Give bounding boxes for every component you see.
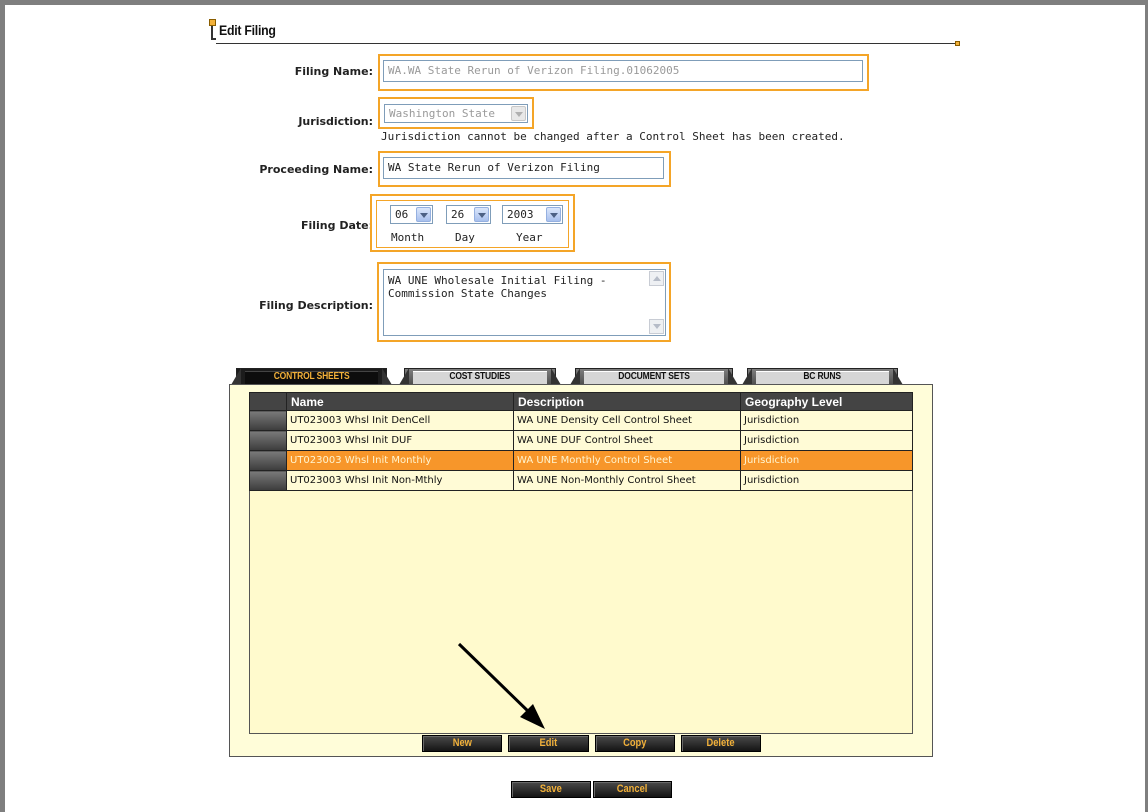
- proceeding-name-label: Proceeding Name:: [259, 163, 373, 176]
- filing-description-label: Filing Description:: [259, 299, 373, 312]
- jurisdiction-value: Washington State: [389, 107, 495, 120]
- header-dot-icon: [955, 41, 960, 46]
- section-title: Edit Filing: [219, 22, 276, 38]
- tab-bc-runs[interactable]: BC RUNS: [747, 368, 898, 384]
- tab-control-sheets-label: CONTROL SHEETS: [273, 371, 350, 382]
- proceeding-name-field[interactable]: WA State Rerun of Verizon Filing: [383, 157, 664, 179]
- cancel-button[interactable]: Cancel: [593, 781, 672, 798]
- year-select[interactable]: 2003: [502, 205, 563, 224]
- filing-description-textarea[interactable]: WA UNE Wholesale Initial Filing - Commis…: [383, 269, 666, 336]
- cell-geography-level: Jurisdiction: [740, 430, 913, 451]
- scroll-down-icon[interactable]: [649, 319, 664, 334]
- month-select[interactable]: 06: [390, 205, 433, 224]
- save-button[interactable]: Save: [511, 781, 591, 798]
- select-column-header: [249, 392, 287, 411]
- header-divider: [216, 43, 960, 44]
- tab-cost-studies[interactable]: COST STUDIES: [404, 368, 556, 384]
- description-line-2: Commission State Changes: [388, 287, 547, 300]
- row-select-button[interactable]: [249, 430, 287, 451]
- cell-name: UT023003 Whsl Init DUF: [286, 430, 514, 451]
- cell-description: WA UNE Non-Monthly Control Sheet: [513, 470, 741, 491]
- cell-description: WA UNE Monthly Control Sheet: [513, 450, 741, 471]
- chevron-down-icon: [416, 207, 431, 222]
- table-row-selected[interactable]: UT023003 Whsl Init Monthly WA UNE Monthl…: [249, 450, 913, 471]
- cell-name: UT023003 Whsl Init Non-Mthly: [286, 470, 514, 491]
- filing-name-field[interactable]: WA.WA State Rerun of Verizon Filing.0106…: [383, 60, 863, 82]
- cell-description: WA UNE Density Cell Control Sheet: [513, 410, 741, 431]
- chevron-down-icon: [474, 207, 489, 222]
- jurisdiction-select[interactable]: Washington State: [384, 104, 528, 123]
- description-line-1: WA UNE Wholesale Initial Filing -: [388, 274, 607, 287]
- delete-button[interactable]: Delete: [681, 735, 761, 752]
- column-header-geography-level[interactable]: Geography Level: [740, 392, 913, 411]
- tab-document-sets-label: DOCUMENT SETS: [618, 371, 690, 382]
- window-frame-top: [0, 0, 1148, 5]
- table-row[interactable]: UT023003 Whsl Init Non-Mthly WA UNE Non-…: [249, 470, 913, 491]
- year-sublabel: Year: [516, 231, 543, 244]
- jurisdiction-label: Jurisdiction:: [298, 115, 373, 128]
- tab-cost-studies-label: COST STUDIES: [449, 371, 511, 382]
- table-row[interactable]: UT023003 Whsl Init DUF WA UNE DUF Contro…: [249, 430, 913, 451]
- jurisdiction-note: Jurisdiction cannot be changed after a C…: [381, 130, 845, 143]
- cell-name: UT023003 Whsl Init Monthly: [286, 450, 514, 471]
- cell-name: UT023003 Whsl Init DenCell: [286, 410, 514, 431]
- month-sublabel: Month: [391, 231, 425, 244]
- window-frame-left: [0, 0, 5, 812]
- copy-button[interactable]: Copy: [595, 735, 675, 752]
- cell-geography-level: Jurisdiction: [740, 410, 913, 431]
- column-header-name[interactable]: Name: [286, 392, 514, 411]
- tab-bc-runs-label: BC RUNS: [803, 371, 842, 382]
- new-button[interactable]: New: [422, 735, 502, 752]
- row-select-button[interactable]: [249, 450, 287, 471]
- day-value: 26: [451, 208, 465, 221]
- year-value: 2003: [507, 208, 534, 221]
- cell-description: WA UNE DUF Control Sheet: [513, 430, 741, 451]
- column-header-description[interactable]: Description: [513, 392, 741, 411]
- tab-control-sheets[interactable]: CONTROL SHEETS: [236, 368, 387, 384]
- control-sheets-table: Name Description Geography Level UT02300…: [249, 392, 913, 491]
- filing-name-label: Filing Name:: [294, 65, 373, 78]
- scroll-up-icon[interactable]: [649, 271, 664, 286]
- header-bracket-icon: [209, 19, 216, 40]
- table-header-row: Name Description Geography Level: [249, 392, 913, 411]
- cell-geography-level: Jurisdiction: [740, 470, 913, 491]
- day-select[interactable]: 26: [446, 205, 491, 224]
- edit-button[interactable]: Edit: [508, 735, 589, 752]
- month-value: 06: [395, 208, 409, 221]
- row-select-button[interactable]: [249, 470, 287, 491]
- chevron-down-icon: [546, 207, 561, 222]
- row-select-button[interactable]: [249, 410, 287, 431]
- chevron-down-icon: [511, 106, 526, 121]
- tab-document-sets[interactable]: DOCUMENT SETS: [575, 368, 733, 384]
- table-row[interactable]: UT023003 Whsl Init DenCell WA UNE Densit…: [249, 410, 913, 431]
- day-sublabel: Day: [455, 231, 475, 244]
- cell-geography-level: Jurisdiction: [740, 450, 913, 471]
- filing-date-label: Filing Date:: [300, 219, 373, 232]
